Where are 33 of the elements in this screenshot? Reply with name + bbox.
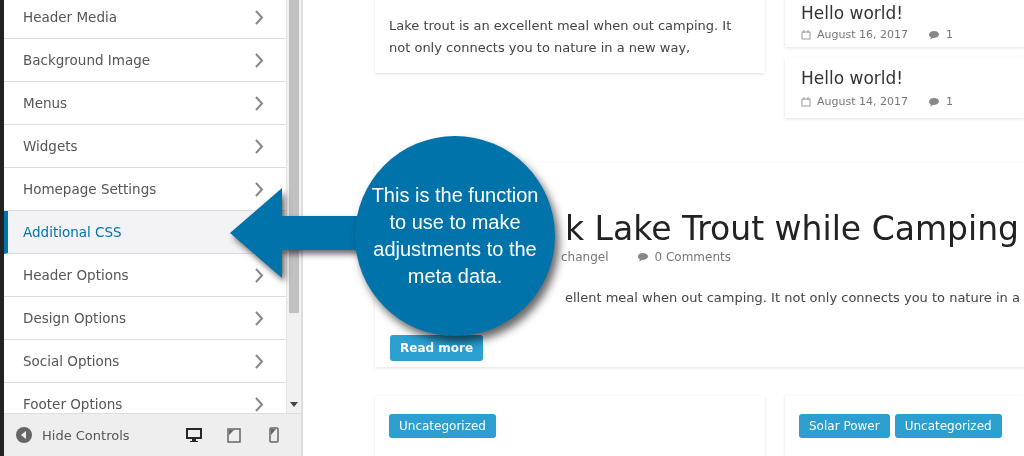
post-excerpt: Lake trout is an excellent meal when out camping. It not only connects you to nature in a new way, xyxy=(388,17,733,57)
post-date: August 14, 2017 xyxy=(817,95,908,108)
hide-controls-button[interactable]: Hide Controls xyxy=(42,427,130,443)
chevron-icon xyxy=(255,95,264,111)
scrollbar[interactable] xyxy=(286,0,301,413)
post-author: changel xyxy=(561,250,609,264)
chevron-icon xyxy=(255,396,264,412)
desktop-icon xyxy=(186,427,202,443)
calendar-icon xyxy=(801,96,811,107)
chevron-icon xyxy=(255,310,264,326)
comment-count: 1 xyxy=(946,95,953,108)
callout-text: This is the function to use to make adjustments to the meta data. xyxy=(370,183,540,289)
scroll-down-icon[interactable] xyxy=(290,402,298,407)
comment-count: 0 Comments xyxy=(654,250,731,264)
collapse-icon[interactable] xyxy=(16,427,32,443)
mobile-icon xyxy=(269,427,279,443)
post-title[interactable]: Hello world! xyxy=(801,67,1008,89)
chevron-icon xyxy=(255,9,264,25)
chevron-icon xyxy=(255,267,264,283)
chevron-icon xyxy=(255,181,264,197)
comment-count: 1 xyxy=(946,28,953,41)
comment-icon xyxy=(928,29,940,40)
post-excerpt: ellent meal when out camping. It not only connects you to nature in a xyxy=(564,290,1021,305)
post-date: August 16, 2017 xyxy=(817,28,908,41)
post-title[interactable]: Hello world! xyxy=(801,2,1008,24)
post-title[interactable]: k Lake Trout while Camping xyxy=(561,209,1024,248)
chevron-icon xyxy=(255,138,264,154)
chevron-icon xyxy=(255,353,264,369)
comment-icon xyxy=(928,96,940,107)
comment-icon xyxy=(636,252,649,262)
tablet-icon xyxy=(227,427,241,443)
chevron-icon xyxy=(255,52,264,68)
calendar-icon xyxy=(801,29,811,40)
